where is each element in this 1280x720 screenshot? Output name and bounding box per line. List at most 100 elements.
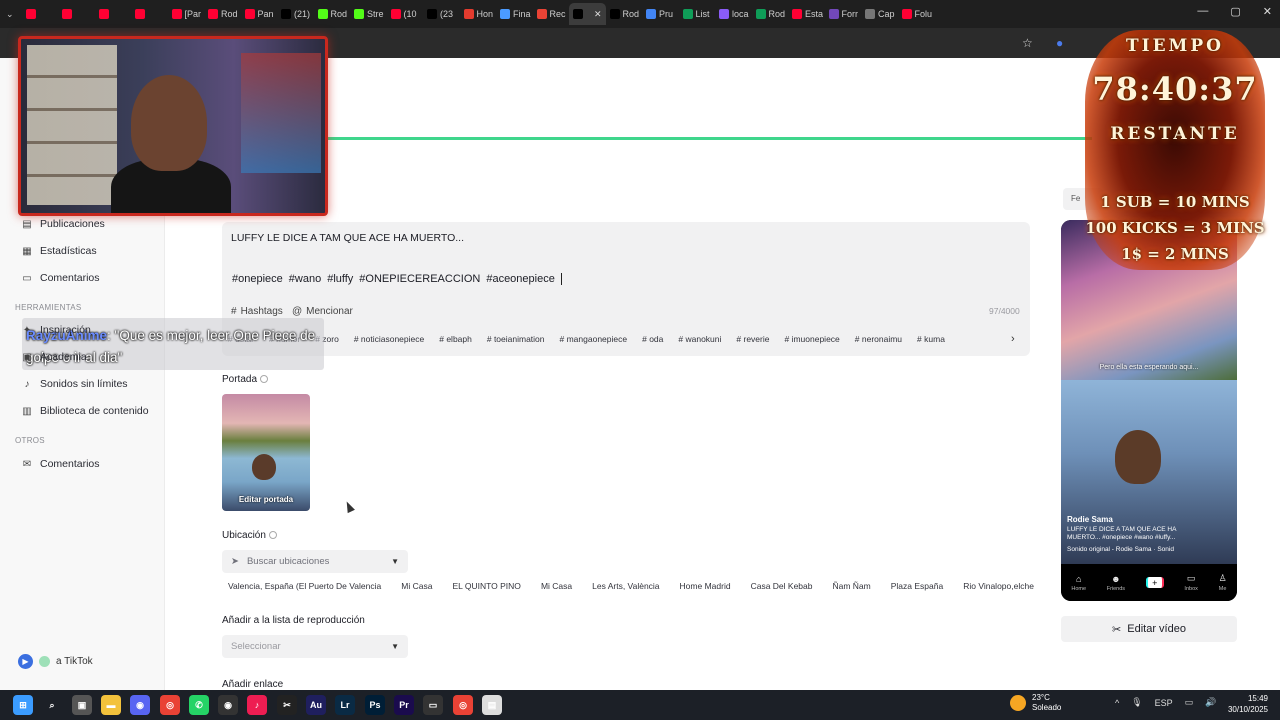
whatsapp-icon[interactable]: ✆: [189, 695, 209, 715]
speaker-icon[interactable]: 🔊: [1205, 697, 1216, 708]
location-suggestion[interactable]: Rio Vinalopo,elche: [963, 581, 1034, 591]
hashtag-suggestion[interactable]: # mangaonepiece: [560, 334, 628, 348]
description-hashtag: #luffy: [327, 273, 354, 285]
location-suggestion[interactable]: Mi Casa: [401, 581, 432, 591]
tab-favicon-icon: [755, 9, 766, 19]
location-suggestion[interactable]: Les Arts, València: [592, 581, 659, 591]
browser-tab[interactable]: Rod: [314, 3, 351, 25]
sidebar-item-biblioteca-de-contenido[interactable]: ▥ Biblioteca de contenido: [22, 405, 148, 417]
browser-tab[interactable]: [Par: [168, 3, 205, 25]
weather-widget[interactable]: 23°C Soleado: [1010, 693, 1061, 713]
book-icon: ▣: [22, 351, 32, 363]
browser-tab[interactable]: (21): [277, 3, 314, 25]
sidebar-item-publicaciones[interactable]: ▤ Publicaciones: [22, 218, 105, 230]
browser-tab[interactable]: Rod: [752, 3, 789, 25]
browser-tab[interactable]: Cap: [861, 3, 898, 25]
lightroom-icon[interactable]: Lr: [335, 695, 355, 715]
hashtags-button[interactable]: # Hashtags: [231, 306, 283, 317]
cover-thumbnail[interactable]: Editar portada: [222, 394, 310, 511]
audition-icon[interactable]: Au: [306, 695, 326, 715]
browser-tab[interactable]: ✕: [569, 3, 606, 25]
browser-tab[interactable]: (23: [423, 3, 460, 25]
chevron-right-icon[interactable]: ›: [1011, 333, 1015, 345]
browser-tab[interactable]: (10: [387, 3, 424, 25]
hashtag-suggestion[interactable]: # oda: [642, 334, 663, 348]
chrome-icon[interactable]: ◎: [160, 695, 180, 715]
browser-tab[interactable]: Pan: [241, 3, 278, 25]
playlist-select[interactable]: Seleccionar ▼: [222, 635, 408, 658]
hashtag-suggestion[interactable]: # reverie: [736, 334, 769, 348]
terminal-icon[interactable]: ▭: [423, 695, 443, 715]
location-suggestion[interactable]: Mi Casa: [541, 581, 572, 591]
location-suggestion[interactable]: Ñam Ñam: [832, 581, 870, 591]
back-to-tiktok-link[interactable]: ▶ a TikTok: [18, 654, 93, 669]
obs-icon[interactable]: ◉: [218, 695, 238, 715]
extension-icon[interactable]: ●: [1056, 36, 1063, 50]
hashtag-suggestion[interactable]: # neronaimu: [855, 334, 902, 348]
browser-tab[interactable]: Folu: [898, 3, 935, 25]
sidebar-item-comentarios[interactable]: ▭ Comentarios: [22, 272, 99, 284]
location-search-input[interactable]: ➤ Buscar ubicaciones ▼: [222, 550, 408, 573]
mention-button[interactable]: @ Mencionar: [292, 306, 353, 317]
browser-tab[interactable]: Rec: [533, 3, 570, 25]
hashtag-suggestion[interactable]: # wanokuni: [678, 334, 721, 348]
chrome-active-icon[interactable]: ◎: [453, 695, 473, 715]
browser-tab[interactable]: Pru: [642, 3, 679, 25]
browser-tab[interactable]: [131, 3, 168, 25]
browser-tab[interactable]: [58, 3, 95, 25]
location-suggestion[interactable]: Plaza España: [891, 581, 943, 591]
location-suggestion[interactable]: Home Madrid: [680, 581, 731, 591]
system-clock[interactable]: 15:49 30/10/2025: [1222, 693, 1268, 715]
bookmark-star-icon[interactable]: ☆: [1022, 36, 1033, 50]
browser-tab[interactable]: Fina: [496, 3, 533, 25]
browser-tab[interactable]: Stre: [350, 3, 387, 25]
location-suggestion[interactable]: EL QUINTO PINO: [452, 581, 521, 591]
browser-tab[interactable]: [95, 3, 132, 25]
edit-video-button[interactable]: ✂ Editar vídeo: [1061, 616, 1237, 642]
location-suggestion[interactable]: Casa Del Kebab: [751, 581, 813, 591]
minimize-icon[interactable]: —: [1197, 5, 1208, 18]
search-icon[interactable]: ⌕: [42, 695, 62, 715]
discord-icon[interactable]: ◉: [130, 695, 150, 715]
browser-tab[interactable]: Rod: [606, 3, 643, 25]
language-indicator[interactable]: ESP: [1155, 698, 1173, 708]
capcut-icon[interactable]: ✂: [277, 695, 297, 715]
close-window-icon[interactable]: ✕: [1263, 5, 1272, 18]
browser-tab[interactable]: Forr: [825, 3, 862, 25]
sidebar-item-sonidos-sin-l-mites[interactable]: ♪ Sonidos sin límites: [22, 378, 128, 390]
hashtag-suggestion[interactable]: # toeianimation: [487, 334, 545, 348]
task-view-icon[interactable]: ▣: [72, 695, 92, 715]
premiere-icon[interactable]: Pr: [394, 695, 414, 715]
tab-favicon-icon: [828, 9, 839, 19]
browser-tab[interactable]: Rod: [204, 3, 241, 25]
hashtag-suggestion[interactable]: # imuonepiece: [784, 334, 839, 348]
window-controls: — ▢ ✕: [1197, 5, 1272, 18]
browser-tab[interactable]: loca: [715, 3, 752, 25]
monitor-icon[interactable]: ▭: [1185, 697, 1194, 708]
microphone-icon[interactable]: 🎙: [1131, 697, 1142, 708]
browser-tab[interactable]: [22, 3, 59, 25]
photoshop-icon[interactable]: Ps: [365, 695, 385, 715]
tab-favicon-icon: [573, 9, 584, 19]
tiktok-icon[interactable]: ♪: [247, 695, 267, 715]
location-suggestion[interactable]: Valencia, España (El Puerto De Valencia: [228, 581, 381, 591]
hashtag-suggestion[interactable]: # elbaph: [439, 334, 472, 348]
browser-tab[interactable]: Hon: [460, 3, 497, 25]
info-icon[interactable]: [268, 531, 277, 539]
file-explorer-icon[interactable]: ▬: [101, 695, 121, 715]
browser-tab[interactable]: Esta: [788, 3, 825, 25]
tab-list-icon[interactable]: ⌄: [6, 9, 14, 20]
tab-close-icon[interactable]: ✕: [594, 9, 602, 20]
sidebar-item-estad-sticas[interactable]: ▦ Estadísticas: [22, 245, 96, 257]
hashtag-suggestion[interactable]: # noticiasonepiece: [354, 334, 424, 348]
sidebar-item-comentarios[interactable]: ✉ Comentarios: [22, 458, 100, 470]
info-icon[interactable]: [260, 375, 269, 383]
hashtag-suggestion[interactable]: # kuma: [917, 334, 945, 348]
browser-tab[interactable]: List: [679, 3, 716, 25]
notepad-icon[interactable]: ▤: [482, 695, 502, 715]
maximize-icon[interactable]: ▢: [1230, 5, 1240, 18]
windows-start-icon[interactable]: ⊞: [13, 695, 33, 715]
sidebar-item-inspiraci-n[interactable]: ✦ Inspiración: [22, 324, 91, 336]
chevron-up-icon[interactable]: ^: [1115, 698, 1119, 708]
sidebar-item-academia[interactable]: ▣ Academia: [22, 351, 86, 363]
